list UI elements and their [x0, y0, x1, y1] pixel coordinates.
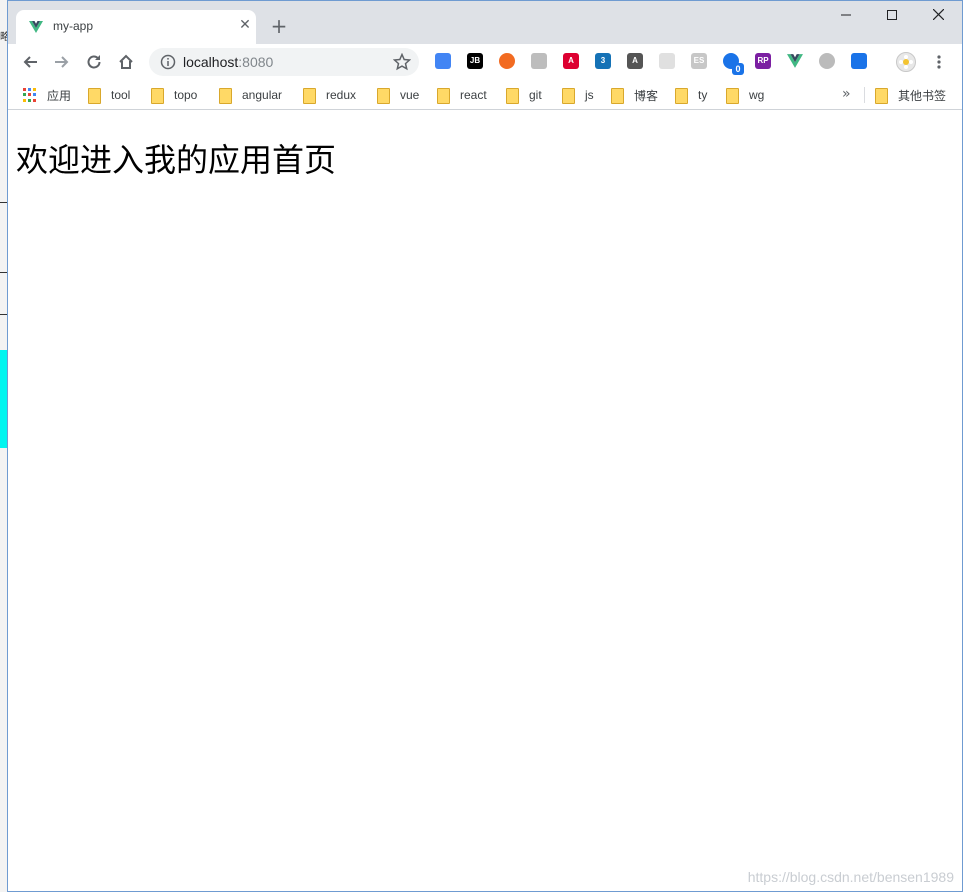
bookmark-apps-label: 应用 — [47, 88, 72, 103]
home-button[interactable] — [115, 51, 137, 73]
bookmark-folder-label: 博客 — [634, 88, 659, 103]
reload-button[interactable] — [83, 51, 105, 73]
bookmark-folder-label: ty — [698, 88, 708, 102]
folder-icon — [506, 88, 519, 104]
bookmarks-overflow-icon[interactable]: » — [842, 86, 851, 102]
bookmark-folder-label: wg — [749, 88, 765, 102]
star-bookmark-icon[interactable] — [393, 53, 411, 71]
bookmark-folder-3[interactable]: redux — [303, 87, 357, 104]
folder-icon — [675, 88, 688, 104]
url-text: localhost:8080 — [183, 54, 273, 70]
browser-toolbar: localhost:8080 JB A 3 A ES 0 RP — [8, 44, 962, 80]
bookmark-folder-label: tool — [111, 88, 131, 102]
jetbrains-icon[interactable]: JB — [467, 53, 483, 69]
google-translate-icon[interactable] — [435, 53, 451, 69]
bookmark-apps[interactable]: 应用 — [23, 87, 71, 103]
bookmark-folder-9[interactable]: ty — [675, 87, 708, 104]
vue-logo-icon — [29, 21, 43, 33]
avatar-flower-icon — [899, 55, 913, 69]
page-heading: 欢迎进入我的应用首页 — [16, 141, 337, 179]
address-bar[interactable]: localhost:8080 — [149, 48, 419, 76]
maximize-button[interactable] — [878, 7, 906, 25]
close-icon — [932, 8, 944, 21]
bookmark-folder-label: redux — [326, 88, 357, 102]
forward-button[interactable] — [51, 51, 73, 73]
vue-devtools-icon[interactable] — [787, 53, 803, 69]
browser-menu-button[interactable] — [928, 51, 950, 73]
bookmark-folder-label: topo — [174, 88, 198, 102]
new-tab-button[interactable]: + — [270, 16, 288, 36]
bookmark-folder-2[interactable]: angular — [219, 87, 283, 104]
apps-grid-icon — [23, 88, 37, 102]
target-extension-icon[interactable] — [819, 53, 835, 69]
minimize-button[interactable] — [832, 7, 860, 25]
bookmarks-separator — [864, 87, 865, 103]
folder-icon — [875, 88, 888, 104]
url-port: :8080 — [238, 54, 274, 70]
css3-icon[interactable]: 3 — [595, 53, 611, 69]
bookmark-folder-4[interactable]: vue — [377, 87, 420, 104]
tab-strip: my-app ✕ + — [8, 1, 962, 44]
folder-icon — [377, 88, 390, 104]
shield-extension-icon[interactable] — [531, 53, 547, 69]
extension-badge-count: 0 — [732, 63, 744, 75]
rp-icon[interactable]: RP — [755, 53, 771, 69]
bookmark-folder-1[interactable]: topo — [151, 87, 198, 104]
bookmark-folder-10[interactable]: wg — [726, 87, 765, 104]
bookmark-folder-0[interactable]: tool — [88, 87, 131, 104]
folder-icon — [151, 88, 164, 104]
kebab-menu-icon — [937, 55, 941, 69]
bookmark-folder-label: angular — [242, 88, 283, 102]
folder-icon — [562, 88, 575, 104]
tab-title: my-app — [53, 19, 94, 33]
tab-my-app[interactable]: my-app ✕ — [16, 10, 256, 44]
angular-icon[interactable]: A — [563, 53, 579, 69]
page-content: 欢迎进入我的应用首页 https://blog.csdn.net/bensen1… — [8, 111, 962, 891]
orange-extension-icon[interactable] — [499, 53, 515, 69]
bookmark-other[interactable]: 其他书签 — [875, 87, 947, 104]
bookmark-folder-7[interactable]: js — [562, 87, 594, 104]
maximize-icon — [887, 10, 897, 20]
arrow-right-icon — [55, 56, 69, 68]
browser-window: my-app ✕ + localhost:8080 JB A 3 A ES 0 … — [7, 0, 963, 892]
reload-icon — [87, 55, 101, 69]
react-devtools-icon[interactable] — [659, 53, 675, 69]
folder-icon — [437, 88, 450, 104]
bookmark-folder-5[interactable]: react — [437, 87, 487, 104]
info-icon[interactable] — [160, 54, 176, 70]
home-icon — [119, 54, 133, 69]
folder-icon — [303, 88, 316, 104]
font-a-icon[interactable]: A — [627, 53, 643, 69]
watermark-text: https://blog.csdn.net/bensen1989 — [747, 869, 954, 885]
bookmarks-bar: 应用 tool topo angular redux vue react git js 博客 ty… — [8, 80, 962, 110]
bookmark-folder-label: git — [529, 88, 542, 102]
bookmark-other-label: 其他书签 — [898, 88, 947, 103]
close-tab-icon[interactable]: ✕ — [238, 18, 252, 32]
profile-avatar[interactable] — [896, 52, 916, 72]
bookmark-folder-label: react — [460, 88, 487, 102]
es-icon[interactable]: ES — [691, 53, 707, 69]
folder-icon — [726, 88, 739, 104]
bookmark-folder-label: vue — [400, 88, 420, 102]
url-host: localhost — [183, 54, 239, 70]
close-window-button[interactable] — [924, 7, 952, 25]
back-button[interactable] — [19, 51, 41, 73]
folder-icon — [88, 88, 101, 104]
bookmark-folder-6[interactable]: git — [506, 87, 542, 104]
bookmark-folder-label: js — [585, 88, 594, 102]
bookmark-folder-8[interactable]: 博客 — [611, 87, 659, 104]
arrow-left-icon — [23, 56, 37, 68]
minimize-icon — [841, 14, 851, 16]
folder-icon — [611, 88, 624, 104]
download-extension-icon[interactable] — [851, 53, 867, 69]
folder-icon — [219, 88, 232, 104]
